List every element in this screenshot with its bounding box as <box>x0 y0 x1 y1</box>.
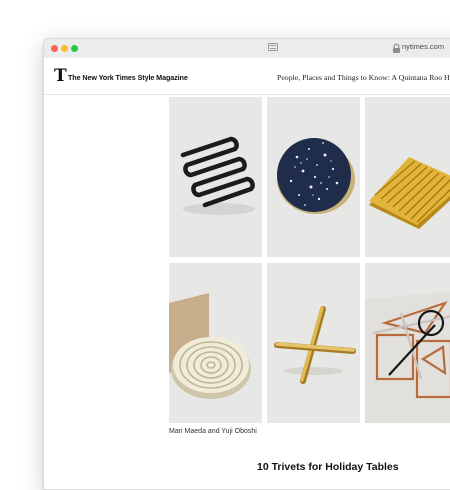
site-header: T The New York Times Style Magazine Peop… <box>44 58 450 95</box>
zoom-window-button[interactable] <box>71 45 78 52</box>
geometric-trivet-illustration <box>365 291 450 423</box>
close-window-button[interactable] <box>51 45 58 52</box>
minimize-window-button[interactable] <box>61 45 68 52</box>
t-magazine-logo[interactable]: T <box>54 68 67 85</box>
cross-trivet-illustration <box>274 306 356 384</box>
gallery-image-black-zigzag-trivet[interactable] <box>169 97 262 257</box>
gallery-image-white-spiral-trivet[interactable] <box>169 263 262 423</box>
photo-credit-caption: Mari Maeda and Yuji Oboshi <box>169 428 257 435</box>
top-story-headline[interactable]: People, Places and Things to Know: A Qui… <box>277 73 450 82</box>
address-bar-url[interactable]: nytimes.com <box>402 42 444 51</box>
lock-icon <box>393 43 400 53</box>
terrazzo-trivet-illustration <box>277 138 355 214</box>
zigzag-trivet-illustration <box>180 136 255 215</box>
reader-view-icon[interactable] <box>268 43 278 51</box>
ribbed-trivet-illustration <box>369 157 450 229</box>
gallery-image-navy-terrazzo-trivet[interactable] <box>267 97 360 257</box>
gallery-image-copper-geometric-trivet[interactable] <box>365 263 450 423</box>
gallery-image-brass-cross-trivet[interactable] <box>267 263 360 423</box>
browser-title-bar: nytimes.com <box>44 39 450 59</box>
spiral-trivet-illustration <box>169 293 251 399</box>
browser-window: nytimes.com T The New York Times Style M… <box>43 38 450 490</box>
article-title[interactable]: 10 Trivets for Holiday Tables <box>257 461 399 473</box>
gallery-image-yellow-ribbed-trivet[interactable] <box>365 97 450 257</box>
masthead-title[interactable]: The New York Times Style Magazine <box>68 73 188 82</box>
